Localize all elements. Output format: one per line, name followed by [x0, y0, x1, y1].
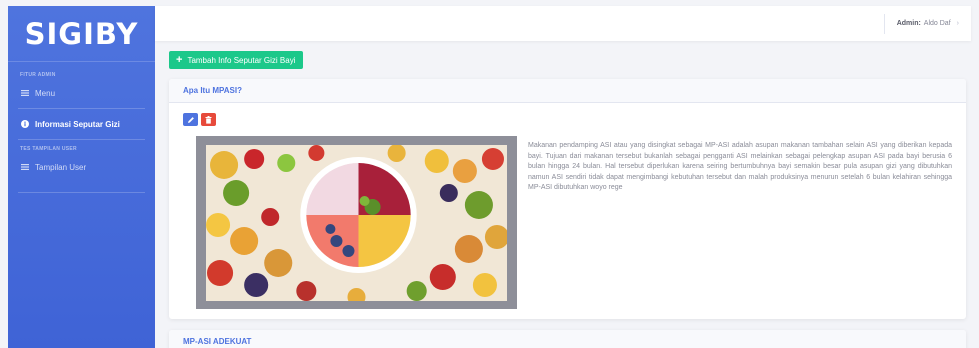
sidebar-item-menu[interactable]: Menu [8, 82, 155, 104]
brand-logo[interactable]: SIGIBY [8, 6, 155, 62]
delete-button[interactable] [201, 113, 216, 126]
trash-icon [205, 115, 212, 124]
chevron-right-icon[interactable]: › [957, 20, 959, 27]
card-description: Makanan pendamping ASI atau yang disingk… [528, 142, 952, 192]
list-icon [20, 163, 29, 172]
topbar-divider [883, 13, 885, 34]
card-actions [183, 113, 216, 126]
user-prefix: Admin: [896, 20, 921, 27]
sidebar-item-tampilan-user[interactable]: Tampilan User [8, 156, 155, 178]
sidebar: SIGIBY FITUR ADMIN Menu Informasi Seputa… [8, 6, 155, 348]
user-name: Aldo Daf [923, 20, 951, 27]
sidebar-divider [18, 139, 145, 140]
add-info-label: Tambah Info Seputar Gizi Bayi [187, 55, 296, 65]
sidebar-divider [18, 192, 145, 193]
topbar: Admin: Aldo Daf › [155, 6, 971, 41]
list-icon [20, 89, 29, 98]
info-card: Apa Itu MPASI? Makanan pendamping ASI at… [169, 79, 966, 319]
card-header: MP-ASI ADEKUAT [169, 330, 966, 348]
fruit-bowl-photo [206, 144, 510, 306]
food-image [196, 136, 517, 309]
info-circle-icon [20, 120, 29, 129]
sidebar-divider [18, 108, 145, 109]
pencil-icon [187, 116, 194, 123]
user-dropdown[interactable]: Admin: Aldo Daf [897, 20, 951, 27]
card-title: MP-ASI ADEKUAT [183, 337, 252, 346]
card-title: Apa Itu MPASI? [183, 86, 242, 95]
sidebar-item-informasi-gizi[interactable]: Informasi Seputar Gizi [8, 113, 155, 135]
sidebar-item-label: Menu [35, 88, 56, 98]
sidebar-item-label: Tampilan User [35, 162, 87, 172]
brand-name: SIGIBY [24, 16, 139, 51]
sidebar-item-label: Informasi Seputar Gizi [35, 119, 120, 129]
card-header: Apa Itu MPASI? [169, 79, 966, 103]
add-info-button[interactable]: + Tambah Info Seputar Gizi Bayi [169, 51, 303, 69]
edit-button[interactable] [183, 113, 198, 126]
plus-icon: + [176, 53, 183, 66]
info-card: MP-ASI ADEKUAT [169, 330, 966, 348]
